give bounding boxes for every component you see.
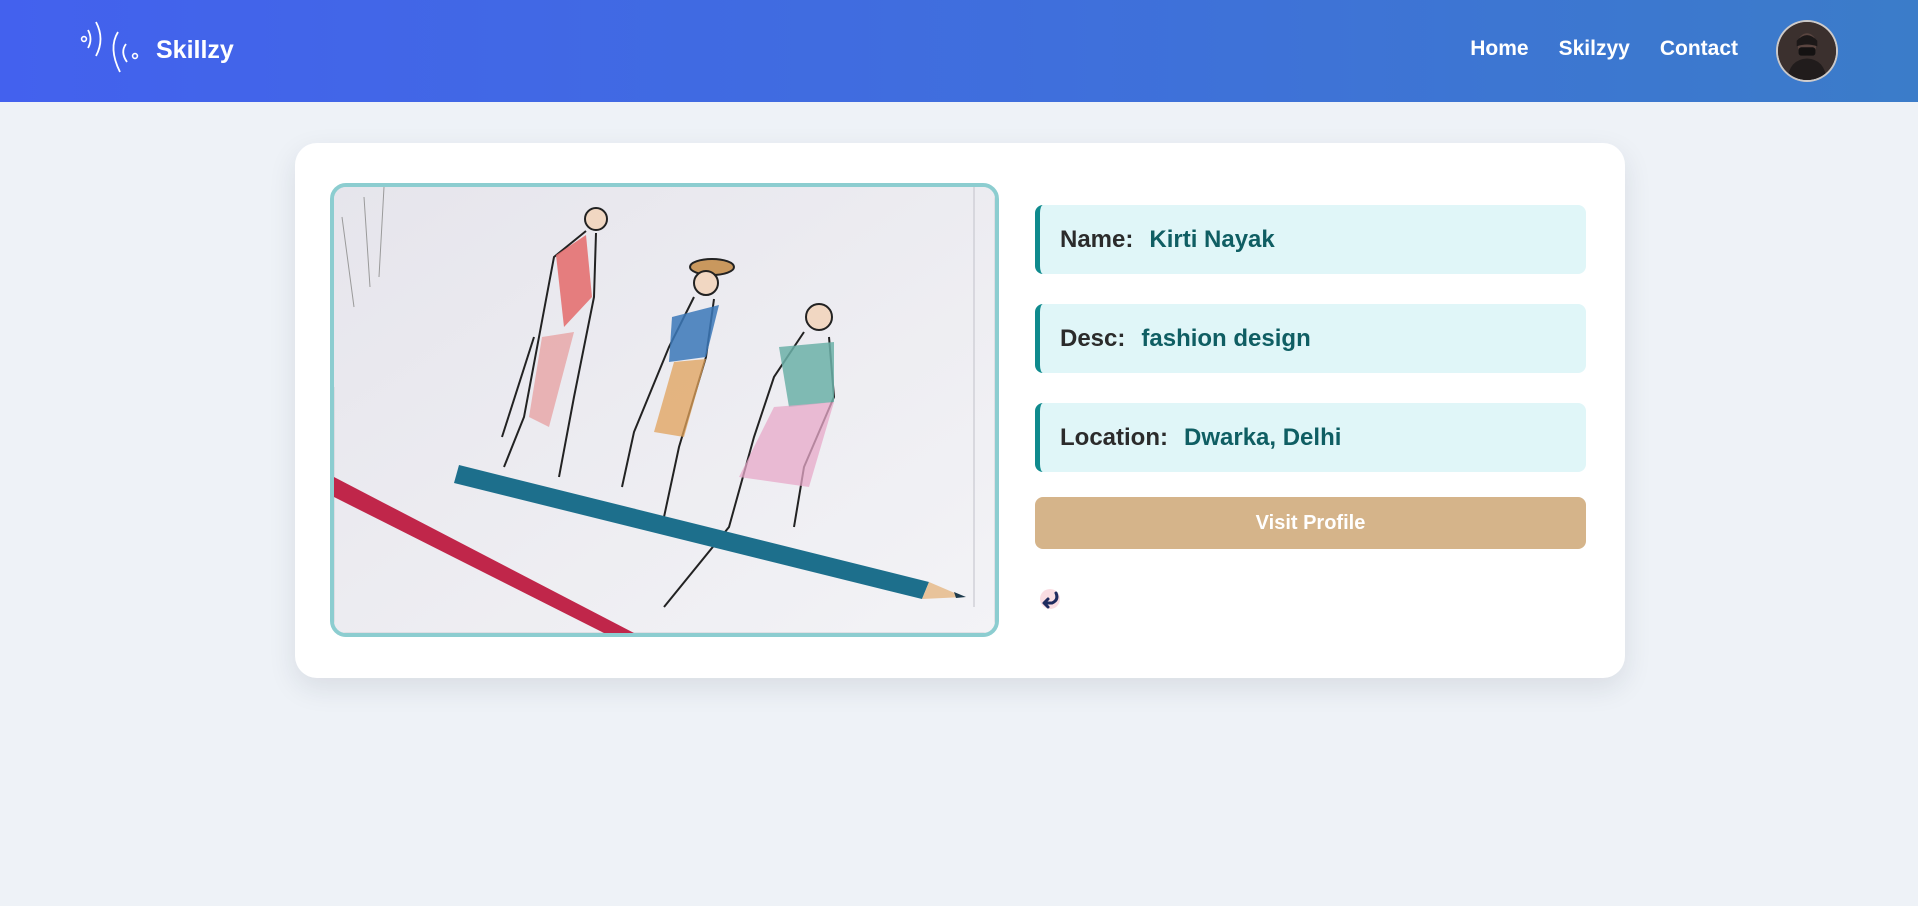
- brand[interactable]: Skillzy: [78, 18, 234, 82]
- nav-link-skilzyy[interactable]: Skilzyy: [1559, 37, 1630, 61]
- desc-value: fashion design: [1141, 324, 1311, 352]
- location-value: Dwarka, Delhi: [1184, 423, 1342, 451]
- profile-info: Name: Kirti Nayak Desc: fashion design L…: [1035, 205, 1586, 549]
- profile-card: Name: Kirti Nayak Desc: fashion design L…: [295, 143, 1625, 678]
- sound-waves-icon: [80, 21, 139, 73]
- navbar: Skillzy Home Skilzyy Contact: [0, 0, 1918, 102]
- brand-name: Skillzy: [156, 35, 234, 64]
- desc-label: Desc:: [1060, 324, 1126, 352]
- desc-field: Desc: fashion design: [1035, 304, 1586, 373]
- name-value: Kirti Nayak: [1149, 225, 1275, 253]
- nav-links: Home Skilzyy Contact: [1470, 37, 1738, 61]
- nav-link-home[interactable]: Home: [1470, 37, 1528, 61]
- location-label: Location:: [1060, 423, 1168, 451]
- back-arrow-icon[interactable]: [1035, 583, 1065, 613]
- nav-link-contact[interactable]: Contact: [1660, 37, 1738, 61]
- location-field: Location: Dwarka, Delhi: [1035, 403, 1586, 472]
- fashion-sketch-image: [330, 183, 999, 637]
- name-field: Name: Kirti Nayak: [1035, 205, 1586, 274]
- user-avatar[interactable]: [1776, 20, 1838, 82]
- visit-profile-button[interactable]: Visit Profile: [1035, 497, 1586, 549]
- name-label: Name:: [1060, 225, 1134, 253]
- avatar-person-icon: [1778, 22, 1836, 80]
